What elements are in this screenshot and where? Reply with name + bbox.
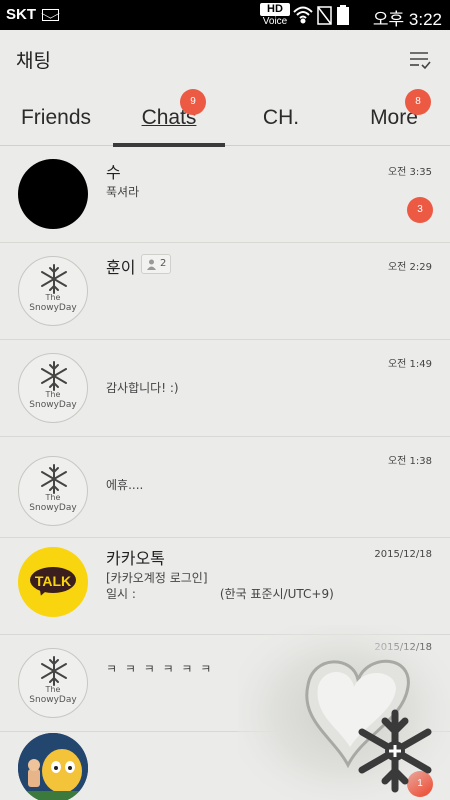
snowflake-icon — [41, 656, 67, 686]
snowflake-icon — [41, 464, 67, 494]
chat-time: 오전 3:35 — [387, 167, 432, 178]
hd-label: HD — [260, 3, 290, 16]
chat-list: 수 푹셔라 오전 3:35 3 The SnowyDay 훈이 오전 2:29 … — [0, 147, 450, 800]
chat-preview: 에휴.... — [106, 478, 144, 492]
chat-row[interactable]: The SnowyDay 오전 1:38 에휴.... — [0, 438, 450, 538]
chat-time: 오전 2:29 — [387, 262, 432, 273]
tab-chats[interactable]: Chats — [113, 88, 225, 147]
chat-name: 카카오톡 — [106, 549, 165, 568]
avatar: The SnowyDay — [18, 648, 88, 718]
wifi-icon — [293, 6, 313, 24]
status-bar: SKT HD Voice 오후 3:22 — [0, 0, 450, 30]
status-icons — [293, 5, 349, 25]
avatar: The SnowyDay — [18, 256, 88, 326]
chat-row[interactable]: 수 푹셔라 오전 3:35 3 — [0, 147, 450, 243]
person-icon — [147, 259, 156, 270]
member-count: 2 — [141, 254, 171, 274]
chat-time: 2015/12/18 — [374, 549, 432, 560]
chat-time: 오전 1:49 — [387, 359, 432, 370]
tab-channel[interactable]: CH. — [225, 88, 337, 146]
chat-row[interactable]: The SnowyDay 오전 1:49 감사합니다! :) — [0, 341, 450, 437]
voice-label: Voice — [262, 16, 288, 27]
avatar-text: The — [45, 685, 61, 694]
tab-friends[interactable]: Friends — [0, 88, 112, 146]
hd-voice-indicator: HD Voice — [260, 3, 290, 27]
tab-label: More — [370, 106, 418, 129]
snowflake-plus-icon[interactable] — [350, 706, 440, 796]
tab-more[interactable]: More — [338, 88, 450, 146]
chat-name: 수 — [106, 163, 121, 182]
chat-preview-line2: 일시 : (한국 표준시/UTC+9) — [106, 587, 334, 601]
avatar-text: The — [45, 293, 61, 302]
chat-row[interactable]: TALK 카카오톡 2015/12/18 [카카오계정 로그인] 일시 : (한… — [0, 539, 450, 635]
tab-label: Chats — [141, 106, 197, 129]
battery-icon — [337, 5, 349, 25]
avatar-text: SnowyDay — [29, 503, 77, 513]
tab-label: Friends — [20, 106, 92, 129]
avatar-text: SnowyDay — [29, 695, 77, 705]
chat-time: 2015/12/18 — [374, 642, 432, 653]
snowflake-icon — [41, 361, 67, 391]
chat-preview: [카카오계정 로그인] — [106, 571, 208, 585]
page-title: 채팅 — [16, 50, 51, 72]
avatar-text: The — [45, 493, 61, 502]
chats-badge: 9 — [180, 89, 206, 115]
no-sim-icon — [317, 6, 332, 25]
chat-name: 훈이 — [106, 258, 136, 277]
tab-label: CH. — [262, 106, 300, 129]
member-count-value: 2 — [160, 258, 167, 269]
avatar-text: SnowyDay — [29, 400, 77, 410]
cartoon-avatar-icon — [18, 733, 88, 800]
carrier-label: SKT — [6, 6, 36, 23]
avatar: The SnowyDay — [18, 353, 88, 423]
avatar-text: TALK — [34, 573, 72, 589]
avatar: The SnowyDay — [18, 456, 88, 526]
chat-preview: 감사합니다! :) — [106, 381, 179, 395]
more-badge: 8 — [405, 89, 431, 115]
avatar: TALK — [18, 547, 88, 617]
mail-icon — [42, 9, 59, 21]
avatar — [18, 733, 88, 800]
avatar-text: The — [45, 390, 61, 399]
unread-badge: 3 — [407, 197, 433, 223]
chat-row[interactable]: The SnowyDay 훈이 오전 2:29 — [0, 244, 450, 340]
snowflake-icon — [41, 264, 67, 294]
tab-bar: Friends Chats CH. More 9 8 — [0, 88, 450, 147]
avatar — [18, 159, 88, 229]
avatar-text: SnowyDay — [29, 303, 77, 313]
chat-preview: ㅋ ㅋ ㅋ ㅋ ㅋ ㅋ — [106, 662, 214, 676]
chat-preview: 푹셔라 — [106, 185, 140, 199]
chat-time: 오전 1:38 — [387, 456, 432, 467]
app-bar: 채팅 — [0, 30, 450, 88]
clock: 오후 3:22 — [372, 10, 442, 29]
edit-list-icon[interactable] — [408, 48, 432, 72]
